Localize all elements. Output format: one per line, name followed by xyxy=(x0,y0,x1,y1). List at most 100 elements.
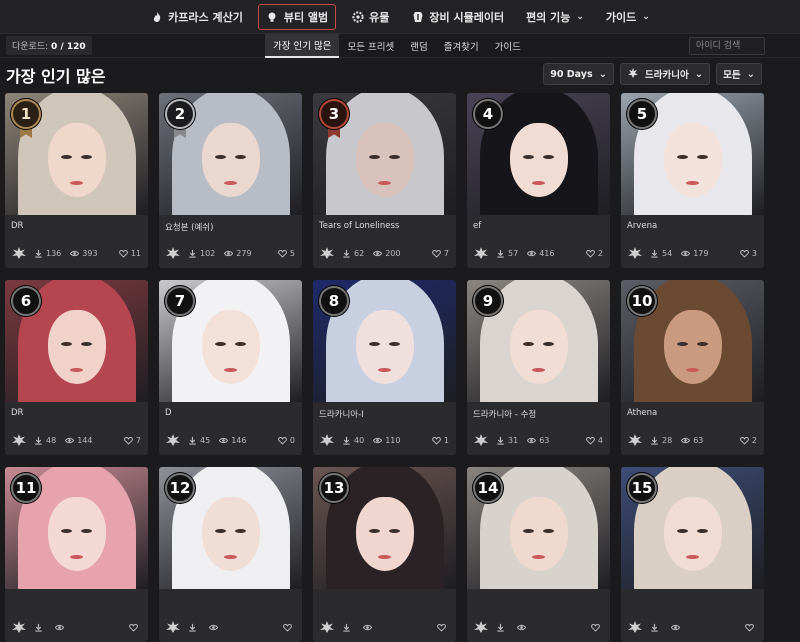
downloads-stat xyxy=(34,623,46,632)
character-eye xyxy=(61,342,72,346)
preset-thumbnail[interactable]: 9 xyxy=(467,280,610,402)
preset-thumbnail[interactable]: 5 xyxy=(621,93,764,215)
preset-card[interactable]: 8 드라카니아-I 40 110 1 xyxy=(313,280,456,455)
download-counter-label: 다운로드: xyxy=(12,42,52,52)
character-eye xyxy=(389,155,400,159)
nav-item-gear[interactable]: 장비 시뮬레이터 xyxy=(404,5,511,29)
download-icon xyxy=(496,436,505,445)
nav-item-label: 뷰티 앨범 xyxy=(283,10,329,24)
views-stat: 144 xyxy=(65,436,92,445)
nav-item-calc[interactable]: 카프라스 계산기 xyxy=(143,5,250,29)
preset-card[interactable]: 5 Arvena 54 179 3 xyxy=(621,93,764,268)
tab-1[interactable]: 가장 인기 많은 xyxy=(265,34,340,58)
preset-thumbnail[interactable]: 1 xyxy=(5,93,148,215)
preset-thumbnail[interactable]: 15 xyxy=(621,467,764,589)
character-eye xyxy=(369,342,380,346)
download-icon xyxy=(34,623,43,632)
search-input[interactable] xyxy=(689,37,765,55)
preset-stats: 31 63 4 xyxy=(467,425,610,455)
likes-stat: 3 xyxy=(740,249,757,258)
preset-card[interactable]: 3 Tears of Loneliness 62 200 7 xyxy=(313,93,456,268)
preset-card[interactable]: 12 xyxy=(159,467,302,642)
preset-card[interactable]: 2 요청본 (예쉬) 102 279 5 xyxy=(159,93,302,268)
class-icon xyxy=(164,619,182,635)
views-stat: 146 xyxy=(219,436,246,445)
tab-2[interactable]: 모든 프리셋 xyxy=(339,34,402,58)
preset-thumbnail[interactable]: 10 xyxy=(621,280,764,402)
downloads-stat: 136 xyxy=(34,249,61,258)
eye-icon xyxy=(219,436,229,445)
views-stat xyxy=(671,623,683,632)
tab-3[interactable]: 랜덤 xyxy=(402,34,435,58)
gear-icon xyxy=(351,10,364,23)
downloads-stat xyxy=(342,623,354,632)
likes-stat: 1 xyxy=(432,436,449,445)
preset-card[interactable]: 14 xyxy=(467,467,610,642)
character-face xyxy=(509,123,568,197)
preset-card[interactable]: 6 DR 48 144 7 xyxy=(5,280,148,455)
downloads-count: 136 xyxy=(46,248,62,258)
tab-4[interactable]: 즐겨찾기 xyxy=(436,34,487,58)
rank-badge: 1 xyxy=(11,99,41,129)
scope-select[interactable]: 모든 ⌄ xyxy=(716,63,762,85)
heart-icon xyxy=(432,249,441,258)
views-stat xyxy=(55,623,67,632)
character-eye xyxy=(61,155,72,159)
downloads-stat: 62 xyxy=(342,249,364,258)
preset-thumbnail[interactable]: 3 xyxy=(313,93,456,215)
likes-stat: 4 xyxy=(586,436,603,445)
preset-thumbnail[interactable]: 4 xyxy=(467,93,610,215)
class-select[interactable]: 드라카니아 ⌄ xyxy=(620,63,711,85)
period-select-value: 90 Days xyxy=(550,68,593,80)
rank-badge: 3 xyxy=(319,99,349,129)
character-eye xyxy=(523,529,534,533)
rank-badge: 13 xyxy=(319,473,349,503)
download-icon xyxy=(188,436,197,445)
nav-item-relic[interactable]: 유물 xyxy=(344,5,396,29)
preset-stats xyxy=(5,612,148,642)
character-eye xyxy=(543,155,554,159)
character-eye xyxy=(81,529,92,533)
character-lips xyxy=(224,181,237,185)
sub-navigation-bar: 다운로드: 0 / 120 가장 인기 많은 모든 프리셋 랜덤 즐겨찾기 가이드 xyxy=(0,34,800,58)
character-eye xyxy=(543,529,554,533)
nav-item-guide[interactable]: 가이드 ⌄ xyxy=(599,5,657,29)
heart-icon xyxy=(129,623,138,632)
chevron-down-icon: ⌄ xyxy=(746,68,755,80)
eye-icon xyxy=(681,436,691,445)
preset-thumbnail[interactable]: 13 xyxy=(313,467,456,589)
views-count: 200 xyxy=(385,248,401,258)
eye-icon xyxy=(671,623,680,632)
preset-thumbnail[interactable]: 8 xyxy=(313,280,456,402)
nav-item-util[interactable]: 편의 기능 ⌄ xyxy=(519,5,591,29)
class-icon xyxy=(164,432,182,448)
likes-stat: 0 xyxy=(278,436,295,445)
preset-stats xyxy=(313,612,456,642)
preset-card[interactable]: 9 드라카니아 - 수정 31 63 4 xyxy=(467,280,610,455)
preset-thumbnail[interactable]: 14 xyxy=(467,467,610,589)
preset-card[interactable]: 11 xyxy=(5,467,148,642)
character-lips xyxy=(532,181,545,185)
preset-thumbnail[interactable]: 2 xyxy=(159,93,302,215)
preset-thumbnail[interactable]: 11 xyxy=(5,467,148,589)
preset-card[interactable]: 13 xyxy=(313,467,456,642)
preset-thumbnail[interactable]: 12 xyxy=(159,467,302,589)
preset-card[interactable]: 1 DR 136 393 11 xyxy=(5,93,148,268)
flame-icon xyxy=(150,10,163,23)
class-icon xyxy=(472,619,490,635)
preset-card[interactable]: 10 Athena 28 63 2 xyxy=(621,280,764,455)
preset-title: Arvena xyxy=(627,221,658,231)
preset-card[interactable]: 7 D 45 146 0 xyxy=(159,280,302,455)
character-eye xyxy=(369,529,380,533)
period-select[interactable]: 90 Days ⌄ xyxy=(543,63,615,85)
preset-thumbnail[interactable]: 6 xyxy=(5,280,148,402)
preset-title xyxy=(467,589,610,609)
preset-card[interactable]: 4 ef 57 416 2 xyxy=(467,93,610,268)
preset-card[interactable]: 15 xyxy=(621,467,764,642)
preset-thumbnail[interactable]: 7 xyxy=(159,280,302,402)
character-face xyxy=(509,497,568,571)
class-icon xyxy=(472,432,490,448)
views-count: 416 xyxy=(539,248,555,258)
tab-5[interactable]: 가이드 xyxy=(487,34,529,58)
nav-item-beauty[interactable]: 뷰티 앨범 xyxy=(257,3,337,30)
